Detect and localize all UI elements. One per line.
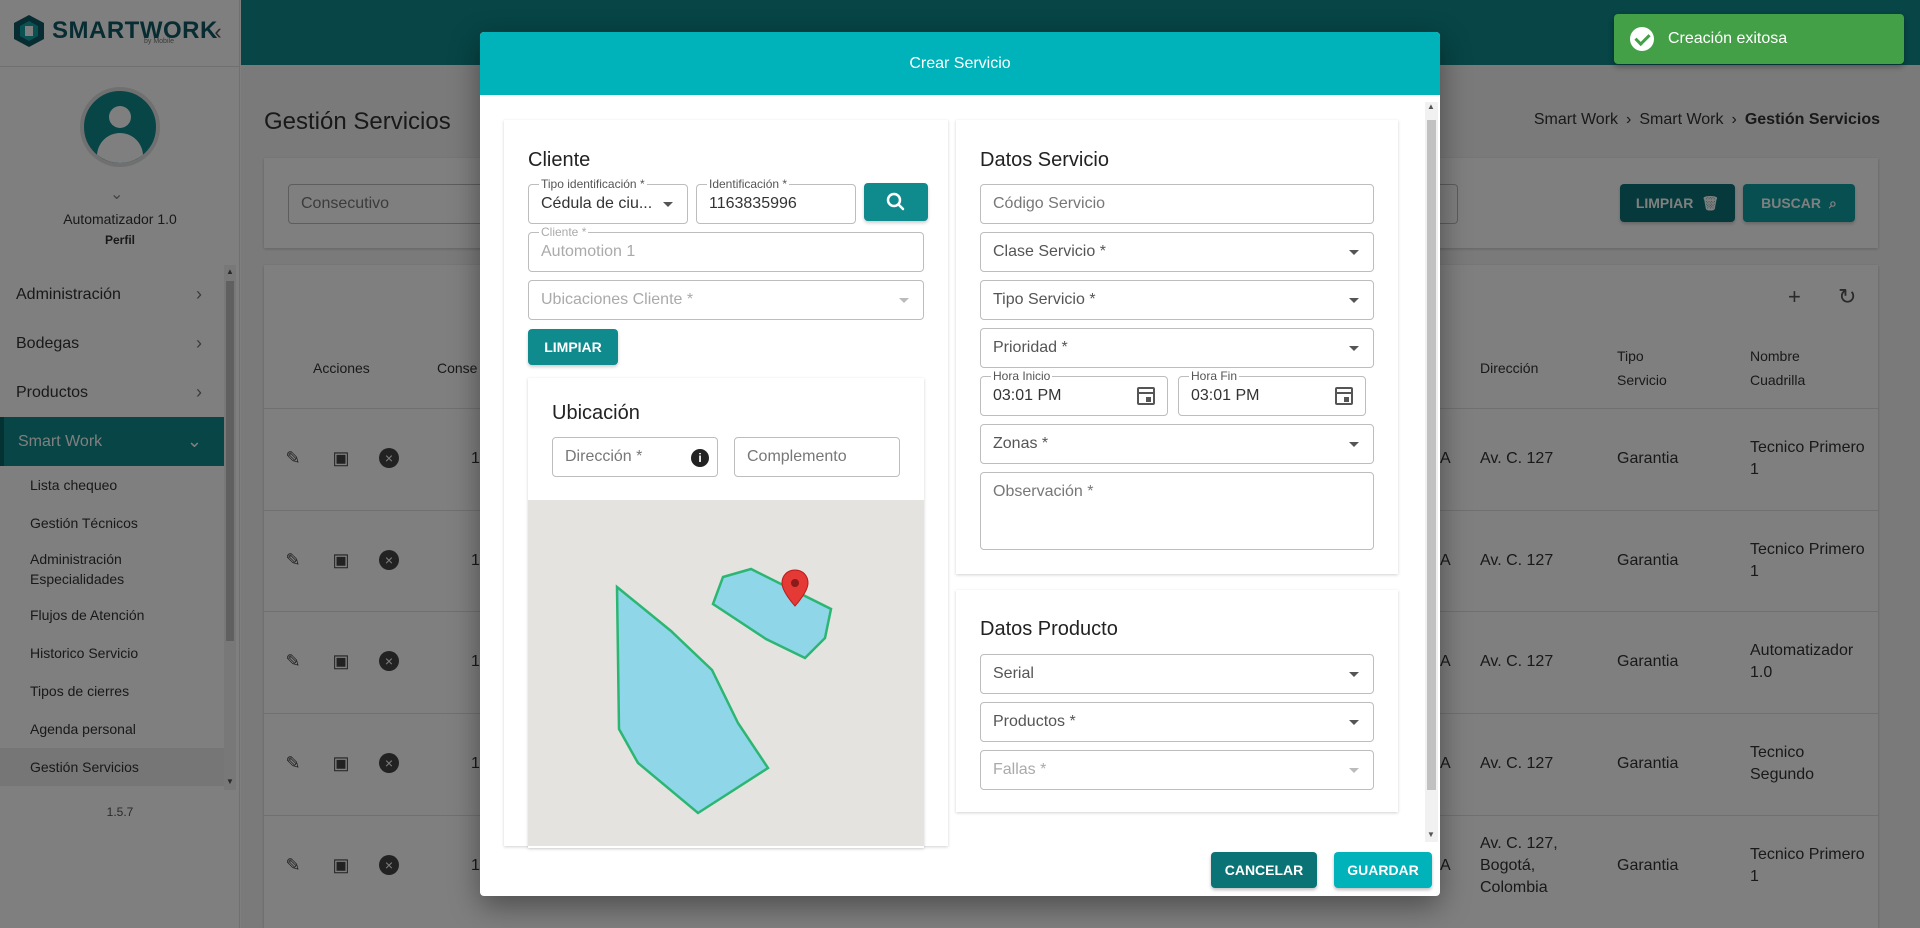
- clase-servicio-select[interactable]: Clase Servicio *: [980, 232, 1374, 272]
- field-label: Hora Fin: [1189, 369, 1240, 383]
- field-placeholder: Código Servicio: [993, 195, 1106, 212]
- dialog-scrollbar[interactable]: ▲ ▼: [1425, 102, 1438, 842]
- direccion-input[interactable]: Dirección * i: [552, 437, 718, 477]
- tipo-identificacion-select[interactable]: Tipo identificación * Cédula de ciu...: [528, 177, 688, 224]
- hora-fin-picker[interactable]: Hora Fin 03:01 PM: [1178, 369, 1366, 416]
- search-client-button[interactable]: [864, 183, 928, 221]
- calendar-icon[interactable]: [1335, 387, 1353, 405]
- zonas-select[interactable]: Zonas *: [980, 424, 1374, 464]
- tipo-servicio-select[interactable]: Tipo Servicio *: [980, 280, 1374, 320]
- dialog-scroll-thumb[interactable]: [1427, 120, 1436, 790]
- dropdown-arrow-icon: [1349, 768, 1359, 773]
- calendar-icon[interactable]: [1137, 387, 1155, 405]
- field-placeholder: Ubicaciones Cliente *: [541, 291, 694, 308]
- dialog-title: Crear Servicio: [480, 32, 1440, 95]
- field-placeholder: Observación *: [993, 483, 1094, 500]
- productos-select[interactable]: Productos *: [980, 702, 1374, 742]
- cliente-field[interactable]: Cliente * Automotion 1: [528, 225, 924, 272]
- field-value: Cédula de ciu...: [541, 195, 653, 212]
- limpiar-cliente-button[interactable]: LIMPIAR: [528, 329, 618, 365]
- info-icon[interactable]: i: [691, 449, 709, 467]
- toast-message: Creación exitosa: [1668, 30, 1788, 47]
- cliente-title: Cliente: [528, 149, 591, 171]
- serial-select[interactable]: Serial: [980, 654, 1374, 694]
- prioridad-select[interactable]: Prioridad *: [980, 328, 1374, 368]
- dropdown-arrow-icon: [1349, 250, 1359, 255]
- field-placeholder: Tipo Servicio *: [993, 291, 1096, 308]
- scroll-up-icon[interactable]: ▲: [1427, 102, 1435, 111]
- fallas-select[interactable]: Fallas *: [980, 750, 1374, 790]
- save-button[interactable]: GUARDAR: [1334, 852, 1432, 888]
- complemento-input[interactable]: Complemento: [734, 437, 900, 477]
- dropdown-arrow-icon: [899, 298, 909, 303]
- field-label: Hora Inicio: [991, 369, 1053, 383]
- field-placeholder: Complemento: [747, 448, 847, 465]
- field-placeholder: Fallas *: [993, 761, 1047, 778]
- field-value: 03:01 PM: [1191, 387, 1260, 404]
- field-placeholder: Zonas *: [993, 435, 1049, 452]
- identificacion-input[interactable]: Identificación * 1163835996: [696, 177, 856, 224]
- field-value: 03:01 PM: [993, 387, 1062, 404]
- observacion-textarea[interactable]: Observación *: [980, 472, 1374, 550]
- map-zone-polygon[interactable]: [711, 567, 833, 660]
- location-map[interactable]: [528, 500, 924, 846]
- field-placeholder: Dirección *: [565, 448, 643, 465]
- datos-producto-title: Datos Producto: [980, 618, 1118, 640]
- field-label: Cliente *: [539, 225, 589, 239]
- ubicacion-title: Ubicación: [552, 402, 640, 424]
- field-placeholder: Serial: [993, 665, 1034, 682]
- dropdown-arrow-icon: [1349, 672, 1359, 677]
- codigo-servicio-input[interactable]: Código Servicio: [980, 184, 1374, 224]
- success-toast[interactable]: Creación exitosa: [1614, 14, 1904, 64]
- field-placeholder: Clase Servicio *: [993, 243, 1106, 260]
- ubicaciones-cliente-select[interactable]: Ubicaciones Cliente *: [528, 280, 924, 320]
- field-value: Automotion 1: [541, 243, 636, 260]
- dropdown-arrow-icon: [1349, 346, 1359, 351]
- scroll-down-icon[interactable]: ▼: [1427, 830, 1435, 839]
- field-placeholder: Productos *: [993, 713, 1076, 730]
- field-label: Tipo identificación *: [539, 177, 647, 191]
- field-value: 1163835996: [709, 195, 797, 212]
- dropdown-arrow-icon: [1349, 442, 1359, 447]
- hora-inicio-picker[interactable]: Hora Inicio 03:01 PM: [980, 369, 1168, 416]
- check-circle-icon: [1630, 27, 1654, 51]
- dropdown-arrow-icon: [1349, 720, 1359, 725]
- dropdown-arrow-icon: [663, 202, 673, 207]
- cancel-button[interactable]: CANCELAR: [1211, 852, 1317, 888]
- field-label: Identificación *: [707, 177, 790, 191]
- field-placeholder: Prioridad *: [993, 339, 1068, 356]
- datos-servicio-title: Datos Servicio: [980, 149, 1109, 171]
- search-icon: [886, 192, 905, 211]
- dropdown-arrow-icon: [1349, 298, 1359, 303]
